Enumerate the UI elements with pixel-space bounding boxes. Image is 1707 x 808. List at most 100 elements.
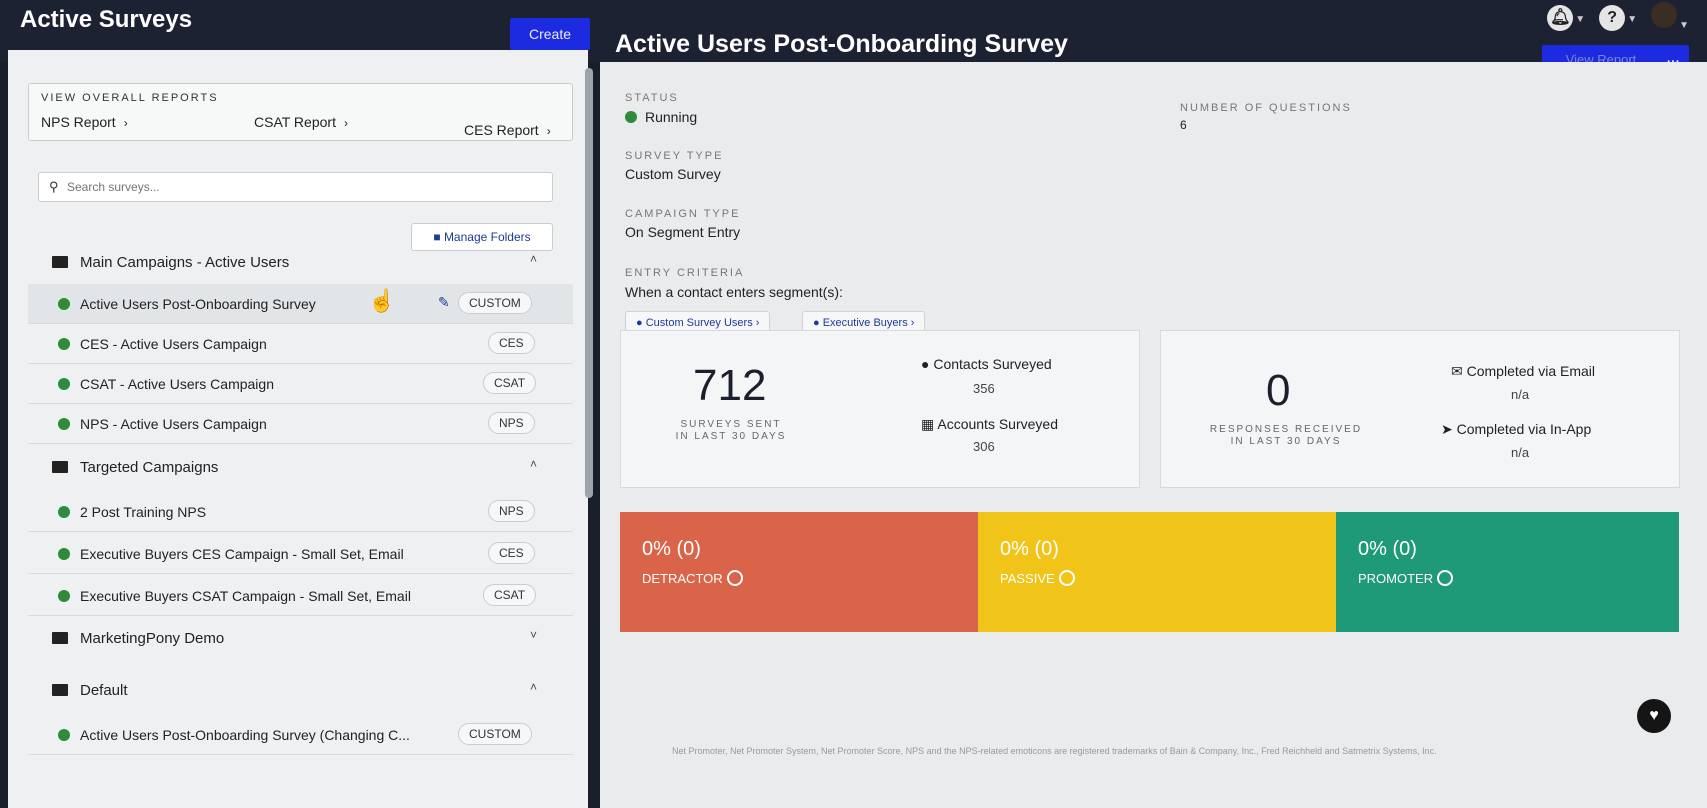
- folder-targeted-campaigns[interactable]: Targeted Campaigns ˄: [28, 449, 573, 485]
- folder-icon: [52, 461, 68, 473]
- survey-label: Executive Buyers CSAT Campaign - Small S…: [80, 588, 411, 604]
- nps-detractor-segment: 0% (0) DETRACTOR: [620, 512, 978, 632]
- detractor-label: DETRACTOR: [642, 571, 723, 586]
- person-icon: ●: [921, 356, 930, 372]
- survey-type-badge: CUSTOM: [458, 292, 532, 314]
- user-icon: ●: [813, 317, 820, 329]
- responses-card: 0 RESPONSES RECEIVED IN LAST 30 DAYS ✉ Co…: [1160, 330, 1680, 488]
- survey-label: NPS - Active Users Campaign: [80, 416, 267, 432]
- user-menu[interactable]: ▼: [1651, 2, 1689, 33]
- nps-passive-segment: 0% (0) PASSIVE: [978, 512, 1336, 632]
- survey-type-badge: CES: [488, 332, 535, 354]
- accounts-surveyed-value: 306: [973, 439, 995, 454]
- chevron-right-icon: ›: [910, 317, 915, 329]
- responses-label: RESPONSES RECEIVED IN LAST 30 DAYS: [1201, 424, 1371, 448]
- folder-label: Main Campaigns - Active Users: [80, 254, 290, 271]
- folder-marketingpony-demo[interactable]: MarketingPony Demo ˅: [28, 620, 573, 656]
- survey-list-item[interactable]: Active Users Post-Onboarding Survey ☝ ✎ …: [28, 284, 573, 324]
- survey-label: CSAT - Active Users Campaign: [80, 376, 274, 392]
- folder-icon: [52, 256, 68, 268]
- trademark-notice: Net Promoter, Net Promoter System, Net P…: [672, 746, 1437, 756]
- running-status-dot: [625, 111, 637, 123]
- accounts-surveyed-label: Accounts Surveyed: [937, 416, 1058, 432]
- folder-main-campaigns[interactable]: Main Campaigns - Active Users ˄: [28, 244, 573, 280]
- status-value-wrap: Running: [625, 109, 697, 125]
- feedback-heart-button[interactable]: ♥: [1637, 699, 1671, 733]
- responses-label-line1: RESPONSES RECEIVED: [1209, 424, 1363, 435]
- page-title: Active Users Post-Onboarding Survey: [615, 30, 1068, 58]
- promoter-category: PROMOTER: [1358, 570, 1454, 586]
- surveys-sent-label-line2: IN LAST 30 DAYS: [675, 431, 787, 442]
- building-icon: ▦: [921, 416, 935, 432]
- create-button[interactable]: Create: [510, 18, 590, 50]
- edit-icon[interactable]: ✎: [438, 294, 450, 311]
- notifications-menu[interactable]: 🔔︎ ▼: [1547, 4, 1586, 31]
- survey-type-badge: CSAT: [483, 372, 537, 394]
- ces-report-link[interactable]: CES Report ›: [464, 122, 551, 138]
- completed-inapp-value: n/a: [1511, 445, 1530, 460]
- chevron-down-icon: ▼: [1627, 13, 1638, 25]
- sidebar-scrollbar[interactable]: [585, 68, 593, 498]
- nps-report-label: NPS Report: [41, 114, 116, 130]
- passive-label: PASSIVE: [1000, 571, 1055, 586]
- passive-value: 0% (0): [1000, 538, 1059, 560]
- completed-inapp-label: Completed via In-App: [1456, 421, 1592, 437]
- status-label: STATUS: [625, 92, 679, 104]
- entry-criteria-value: When a contact enters segment(s):: [625, 284, 843, 300]
- survey-list-item[interactable]: Executive Buyers CSAT Campaign - Small S…: [28, 576, 573, 616]
- csat-report-link[interactable]: CSAT Report ›: [254, 114, 348, 130]
- help-menu[interactable]: ? ▼: [1599, 4, 1638, 31]
- survey-list-item[interactable]: Active Users Post-Onboarding Survey (Cha…: [28, 715, 573, 755]
- survey-type-badge: NPS: [488, 500, 535, 522]
- survey-list-item[interactable]: CES - Active Users Campaign CES: [28, 324, 573, 364]
- surveys-sent-label-line1: SURVEYS SENT: [680, 419, 782, 430]
- chevron-down-icon: ▼: [1575, 13, 1586, 25]
- survey-list-item[interactable]: NPS - Active Users Campaign NPS: [28, 404, 573, 444]
- folder-label: Targeted Campaigns: [80, 459, 219, 476]
- survey-list-item[interactable]: CSAT - Active Users Campaign CSAT: [28, 364, 573, 404]
- search-icon: ⚲: [49, 179, 59, 194]
- campaign-type-label: CAMPAIGN TYPE: [625, 208, 741, 220]
- num-questions-value: 6: [1180, 118, 1187, 132]
- survey-list-item[interactable]: 2 Post Training NPS NPS: [28, 492, 573, 532]
- chevron-up-icon: ˄: [529, 252, 537, 266]
- chevron-up-icon: ˄: [529, 680, 537, 694]
- survey-type-value: Custom Survey: [625, 166, 721, 182]
- survey-label: CES - Active Users Campaign: [80, 336, 267, 352]
- search-input[interactable]: [67, 177, 537, 197]
- sad-face-icon: [726, 570, 743, 586]
- surveys-sent-label: SURVEYS SENT IN LAST 30 DAYS: [661, 419, 801, 443]
- user-icon: ●: [636, 317, 643, 329]
- send-icon: ➤: [1441, 421, 1453, 437]
- segment-name: Executive Buyers: [822, 317, 908, 329]
- surveys-sent-card: 712 SURVEYS SENT IN LAST 30 DAYS ● Contac…: [620, 330, 1140, 488]
- email-icon: ✉: [1451, 363, 1463, 379]
- header-icons: 🔔︎ ▼ ? ▼ ▼: [1547, 2, 1689, 33]
- survey-type-badge: CES: [488, 542, 535, 564]
- responses-label-line2: IN LAST 30 DAYS: [1230, 436, 1342, 447]
- status-dot: [58, 338, 70, 350]
- sidebar: VIEW OVERALL REPORTS NPS Report › CSAT Re…: [8, 50, 588, 808]
- survey-type-badge: CUSTOM: [458, 723, 532, 745]
- contacts-surveyed: ● Contacts Surveyed: [921, 356, 1052, 372]
- nps-promoter-segment: 0% (0) PROMOTER: [1336, 512, 1679, 632]
- completed-email-value: n/a: [1511, 387, 1530, 402]
- survey-label: 2 Post Training NPS: [80, 504, 207, 520]
- survey-list-item[interactable]: Executive Buyers CES Campaign - Small Se…: [28, 534, 573, 574]
- search-box: ⚲: [38, 172, 553, 202]
- num-questions-label: NUMBER OF QUESTIONS: [1180, 102, 1352, 114]
- survey-label: Active Users Post-Onboarding Survey (Cha…: [80, 727, 410, 743]
- survey-detail-panel: STATUS Running NUMBER OF QUESTIONS 6 SUR…: [600, 62, 1707, 808]
- folder-label: Default: [80, 682, 128, 699]
- surveys-sent-value: 712: [693, 361, 767, 410]
- nps-report-link[interactable]: NPS Report ›: [41, 114, 128, 130]
- survey-type-badge: CSAT: [483, 584, 537, 606]
- status-dot: [58, 590, 70, 602]
- entry-criteria-label: ENTRY CRITERIA: [625, 267, 745, 279]
- chevron-right-icon: ›: [755, 317, 760, 329]
- folder-default[interactable]: Default ˄: [28, 672, 573, 708]
- survey-type-label: SURVEY TYPE: [625, 150, 724, 162]
- chevron-up-icon: ˄: [529, 457, 537, 471]
- help-icon: ?: [1599, 4, 1626, 31]
- survey-type-badge: NPS: [488, 412, 535, 434]
